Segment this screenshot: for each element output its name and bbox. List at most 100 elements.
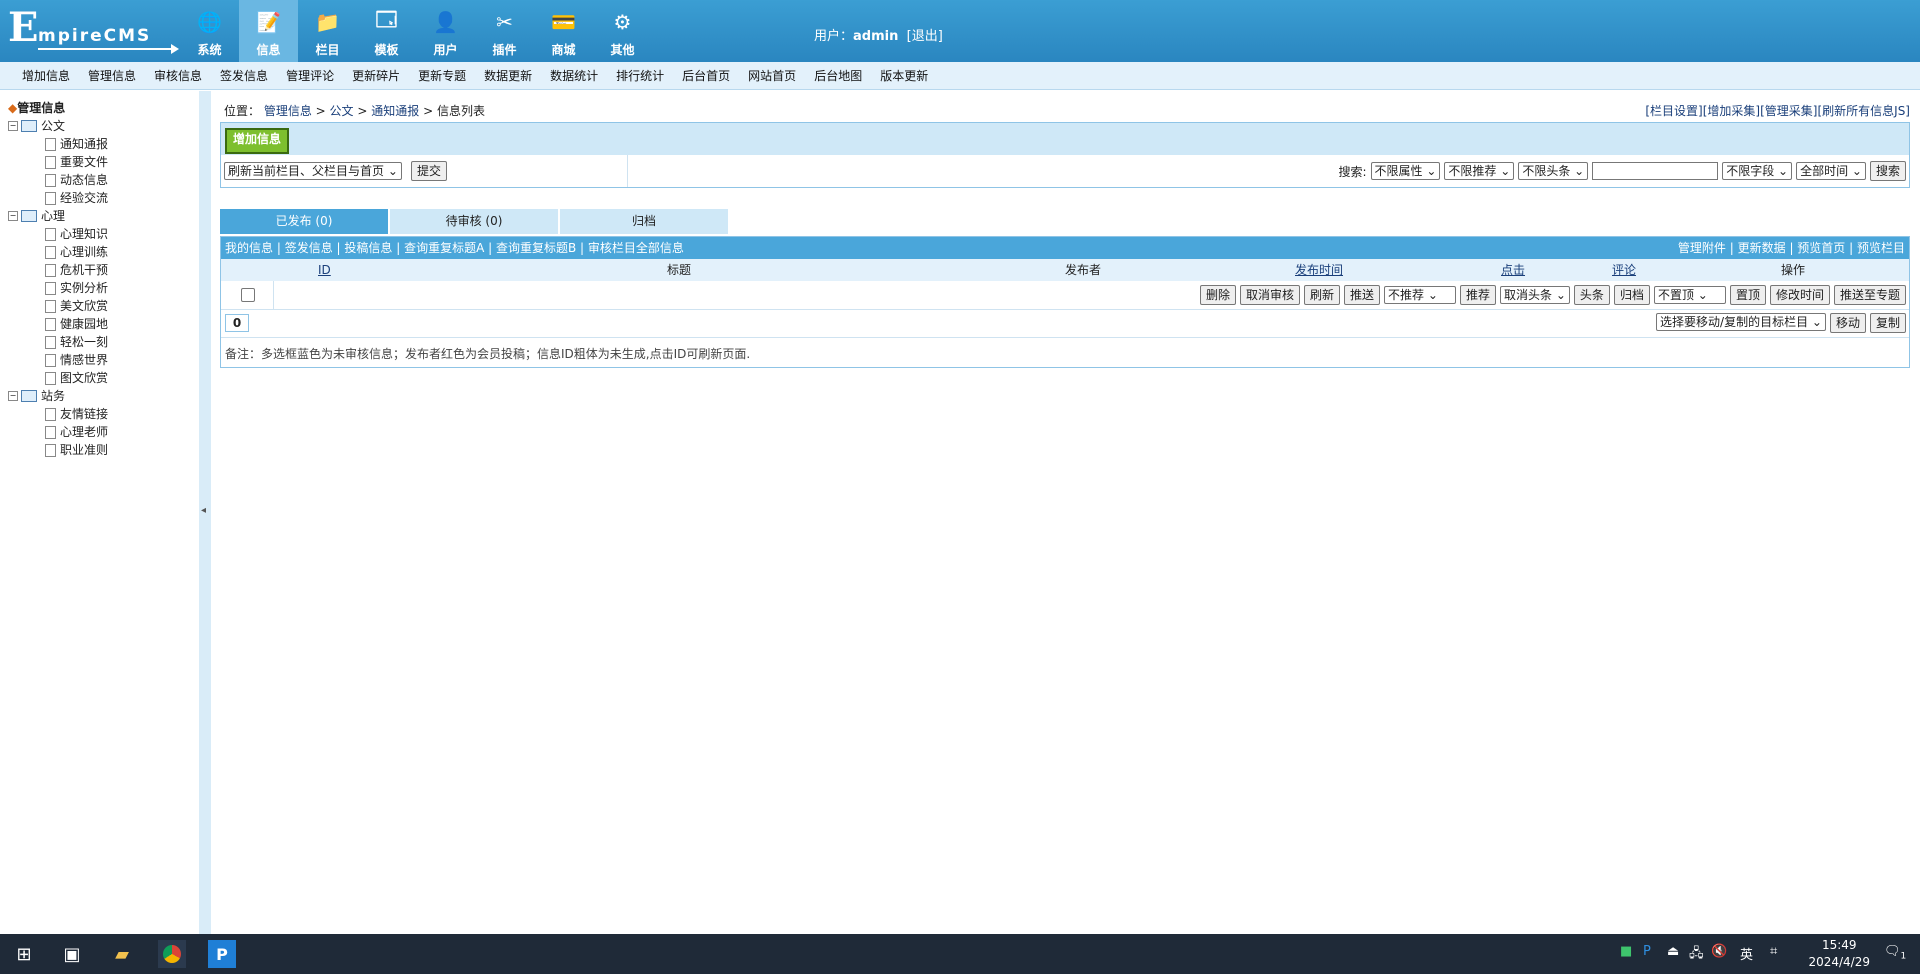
submenu-item[interactable]: 管理信息 xyxy=(88,67,136,84)
headline-button[interactable]: 头条 xyxy=(1573,285,1610,305)
copy-button[interactable]: 复制 xyxy=(1869,313,1906,333)
submenu-item[interactable]: 后台地图 xyxy=(814,67,862,84)
keyboard-icon[interactable]: ⌗ xyxy=(1770,944,1777,959)
submit-button[interactable]: 提交 xyxy=(411,161,448,181)
submenu-item[interactable]: 排行统计 xyxy=(616,67,664,84)
add-info-button[interactable]: 增加信息 xyxy=(225,128,290,154)
collapse-toggle-icon[interactable]: − xyxy=(8,211,18,221)
file-explorer-icon[interactable]: ▰ xyxy=(108,940,136,968)
breadcrumb-link-1[interactable]: 管理信息 xyxy=(264,104,312,118)
list-link[interactable]: 我的信息 xyxy=(225,241,273,255)
breadcrumb-link-2[interactable]: 公文 xyxy=(330,104,354,118)
top-link[interactable]: [增加采集] xyxy=(1703,104,1760,118)
topnav-user[interactable]: 👤 用户 xyxy=(416,0,475,62)
tree-item[interactable]: 实例分析 xyxy=(8,279,108,297)
refresh-button[interactable]: 刷新 xyxy=(1303,285,1340,305)
refresh-scope-select[interactable]: 刷新当前栏目、父栏目与首页 xyxy=(224,162,402,180)
unapprove-button[interactable]: 取消审核 xyxy=(1239,285,1300,305)
tab-pending[interactable]: 待审核 (0) xyxy=(390,209,558,234)
tray-p-icon[interactable]: P xyxy=(1643,944,1651,959)
top-level-select[interactable]: 不置顶 xyxy=(1653,286,1726,304)
topnav-edit[interactable]: 📝 信息 xyxy=(239,0,298,62)
topnav-card[interactable]: 💳 商城 xyxy=(534,0,593,62)
tree-item[interactable]: 心理知识 xyxy=(8,225,108,243)
submenu-item[interactable]: 后台首页 xyxy=(682,67,730,84)
top-link[interactable]: [管理采集] xyxy=(1760,104,1817,118)
submenu-item[interactable]: 数据更新 xyxy=(484,67,532,84)
modify-time-button[interactable]: 修改时间 xyxy=(1769,285,1830,305)
top-link[interactable]: [栏目设置] xyxy=(1645,104,1702,118)
select-all-checkbox[interactable] xyxy=(241,288,255,302)
field-select[interactable]: 不限字段 xyxy=(1722,162,1793,180)
sidebar-title[interactable]: ◆管理信息 xyxy=(8,99,65,116)
topnav-tools[interactable]: ✂ 插件 xyxy=(475,0,534,62)
tab-archived[interactable]: 归档 xyxy=(560,209,728,234)
usb-icon[interactable]: ⏏ xyxy=(1667,944,1679,959)
clock[interactable]: 15:49 2024/4/29 xyxy=(1808,937,1870,971)
tree-item[interactable]: 健康园地 xyxy=(8,315,108,333)
time-select[interactable]: 全部时间 xyxy=(1796,162,1866,180)
tree-item[interactable]: 重要文件 xyxy=(8,153,108,171)
collapse-toggle-icon[interactable]: − xyxy=(8,121,18,131)
breadcrumb-link-3[interactable]: 通知通报 xyxy=(371,104,419,118)
search-input[interactable] xyxy=(1592,162,1719,180)
delete-button[interactable]: 删除 xyxy=(1199,285,1236,305)
tab-published[interactable]: 已发布 (0) xyxy=(220,209,388,234)
tree-category[interactable]: − 心理 xyxy=(8,207,108,225)
chrome-icon[interactable] xyxy=(158,940,186,968)
move-button[interactable]: 移动 xyxy=(1829,313,1866,333)
list-link[interactable]: 查询重复标题B xyxy=(496,241,576,255)
tree-item[interactable]: 职业准则 xyxy=(8,441,108,459)
topnav-globe[interactable]: 🌐 系统 xyxy=(180,0,239,62)
tree-item[interactable]: 心理训练 xyxy=(8,243,108,261)
empirecms-logo[interactable]: E mpireCMS xyxy=(8,8,179,54)
top-button[interactable]: 置顶 xyxy=(1729,285,1766,305)
submenu-item[interactable]: 增加信息 xyxy=(22,67,70,84)
list-link[interactable]: 签发信息 xyxy=(285,241,333,255)
push-to-topic-button[interactable]: 推送至专题 xyxy=(1833,285,1906,305)
network-icon[interactable]: 🖧 xyxy=(1689,944,1704,966)
headline-filter-select[interactable]: 不限头条 xyxy=(1518,162,1589,180)
collapse-arrow-icon[interactable]: ◂ xyxy=(201,505,206,516)
top-link[interactable]: [刷新所有信息JS] xyxy=(1817,104,1910,118)
tree-category[interactable]: − 公文 xyxy=(8,117,108,135)
topnav-gear[interactable]: ⚙ 其他 xyxy=(593,0,652,62)
list-link[interactable]: 更新数据 xyxy=(1738,241,1786,255)
volume-muted-icon[interactable]: 🔇 xyxy=(1711,944,1727,959)
submenu-item[interactable]: 更新专题 xyxy=(418,67,466,84)
attribute-filter-select[interactable]: 不限属性 xyxy=(1370,162,1441,180)
topnav-folder[interactable]: 📁 栏目 xyxy=(298,0,357,62)
recommend-level-select[interactable]: 不推荐 xyxy=(1384,286,1457,304)
headline-level-select[interactable]: 取消头条 xyxy=(1500,286,1570,304)
tree-item[interactable]: 经验交流 xyxy=(8,189,108,207)
collapse-toggle-icon[interactable]: − xyxy=(8,391,18,401)
tree-item[interactable]: 危机干预 xyxy=(8,261,108,279)
search-button[interactable]: 搜索 xyxy=(1869,161,1906,181)
tray-app-icon[interactable]: ■ xyxy=(1620,944,1632,959)
logout-link[interactable]: [退出] xyxy=(907,29,943,44)
task-view-icon[interactable]: ▣ xyxy=(58,940,86,968)
tree-item[interactable]: 美文欣赏 xyxy=(8,297,108,315)
recommend-filter-select[interactable]: 不限推荐 xyxy=(1444,162,1515,180)
windows-start-icon[interactable]: ⊞ xyxy=(10,940,38,968)
list-link[interactable]: 查询重复标题A xyxy=(404,241,484,255)
col-id[interactable]: ID xyxy=(318,263,331,277)
list-link[interactable]: 审核栏目全部信息 xyxy=(588,241,684,255)
submenu-item[interactable]: 审核信息 xyxy=(154,67,202,84)
sidebar-splitter[interactable]: ◂ xyxy=(199,91,211,934)
ime-indicator[interactable]: 英 xyxy=(1740,944,1753,963)
topnav-template[interactable]: 🗔 模板 xyxy=(357,0,416,62)
target-category-select[interactable]: 选择要移动/复制的目标栏目 xyxy=(1656,313,1826,331)
tree-item[interactable]: 图文欣赏 xyxy=(8,369,108,387)
submenu-item[interactable]: 版本更新 xyxy=(880,67,928,84)
p-app-icon[interactable]: P xyxy=(208,940,236,968)
tree-item[interactable]: 轻松一刻 xyxy=(8,333,108,351)
list-link[interactable]: 预览首页 xyxy=(1797,241,1845,255)
tree-item[interactable]: 动态信息 xyxy=(8,171,108,189)
col-publish-time[interactable]: 发布时间 xyxy=(1295,263,1343,277)
submenu-item[interactable]: 更新碎片 xyxy=(352,67,400,84)
submenu-item[interactable]: 签发信息 xyxy=(220,67,268,84)
tree-category[interactable]: − 站务 xyxy=(8,387,108,405)
submenu-item[interactable]: 管理评论 xyxy=(286,67,334,84)
list-link[interactable]: 预览栏目 xyxy=(1857,241,1905,255)
